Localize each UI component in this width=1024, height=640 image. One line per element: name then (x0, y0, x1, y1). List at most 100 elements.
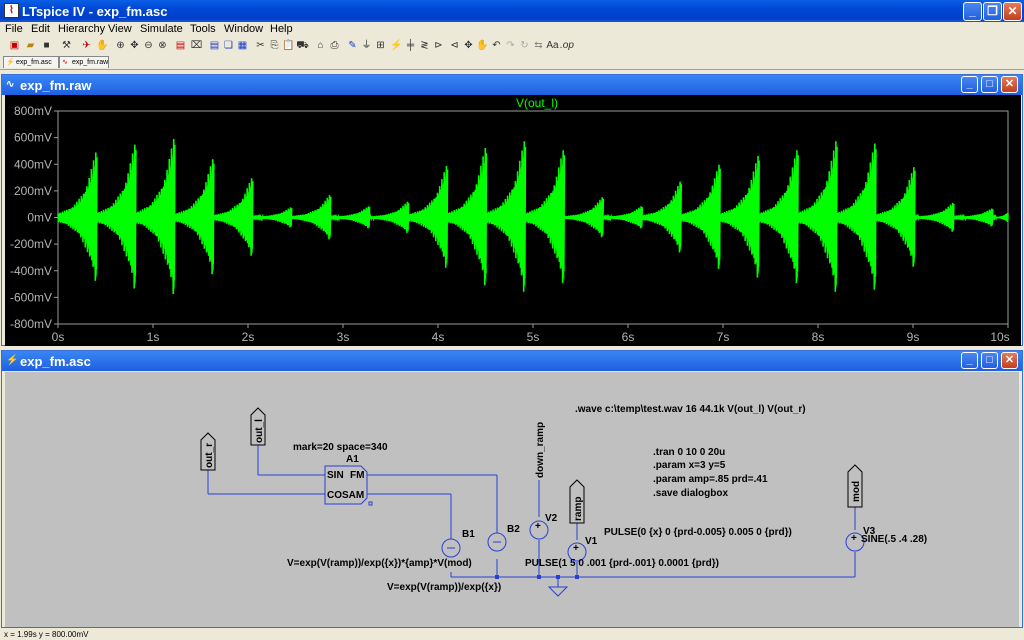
undo-icon[interactable]: ↶ (490, 39, 503, 52)
control-panel-icon[interactable]: ⚒ (60, 39, 73, 52)
trace-label[interactable]: V(out_l) (516, 96, 558, 110)
rotate-icon[interactable]: ↻ (518, 39, 531, 52)
ground-symbol[interactable] (547, 586, 569, 597)
resistor-icon[interactable]: ⚡ (390, 39, 403, 52)
waveform-restore-button[interactable]: □ (981, 76, 998, 93)
zoom-out-icon[interactable]: ⊖ (142, 39, 155, 52)
waveform-plot-svg[interactable]: V(out_l) 800mV 600mV 400mV 200mV 0mV -200mV -4… (5, 95, 1021, 346)
schematic-svg[interactable]: out_r out_l down_ramp ramp mod A1 SIN FM… (5, 372, 1019, 627)
save-icon[interactable]: ■ (40, 39, 53, 52)
component-b1[interactable]: B1 (441, 529, 475, 558)
tab-exp-fm-raw[interactable]: ∿ exp_fm.raw (59, 56, 109, 68)
tile-horizontal-icon[interactable]: ▤ (208, 39, 221, 52)
halt-icon[interactable]: ✋ (96, 39, 109, 52)
schematic-window-title-bar[interactable]: ⚡ exp_fm.asc _ □ ✕ (2, 351, 1022, 371)
maximize-button[interactable]: ❐ (983, 2, 1002, 21)
move-icon[interactable]: ✥ (462, 39, 475, 52)
drag-icon[interactable]: ✋ (476, 39, 489, 52)
tab-exp-fm-asc[interactable]: ⚡ exp_fm.asc (3, 56, 59, 68)
x-tick-label: 9s (907, 330, 920, 344)
net-label-mod[interactable]: mod (847, 464, 863, 508)
menu-simulate[interactable]: Simulate (140, 23, 183, 35)
ground-icon[interactable]: ⏚ (360, 39, 373, 52)
spice-directive-icon[interactable]: .op (560, 39, 574, 52)
schematic-canvas[interactable]: out_r out_l down_ramp ramp mod A1 SIN FM… (5, 372, 1019, 627)
param-directive-2[interactable]: .param amp=.85 prd=.41 (653, 474, 768, 485)
svg-text:B2: B2 (507, 524, 520, 535)
waveform-close-button[interactable]: ✕ (1001, 76, 1018, 93)
menu-file[interactable]: File (5, 23, 23, 35)
a1-mark-space[interactable]: mark=20 space=340 (293, 442, 388, 453)
pan-icon[interactable]: ✥ (128, 39, 141, 52)
svg-text:+: + (851, 533, 857, 544)
waveform-window-title-bar[interactable]: ∿ exp_fm.raw _ □ ✕ (2, 75, 1022, 95)
component-b2[interactable]: B2 (487, 524, 520, 552)
x-tick-label: 6s (622, 330, 635, 344)
waveform-window: ∿ exp_fm.raw _ □ ✕ V(out_l) 800mV 600mV 40… (1, 74, 1023, 346)
schematic-close-button[interactable]: ✕ (1001, 352, 1018, 369)
x-tick-label: 1s (147, 330, 160, 344)
print-icon[interactable]: ⎙ (328, 39, 341, 52)
menu-tools[interactable]: Tools (190, 23, 216, 35)
component-a1[interactable]: A1 SIN FM COSAM (324, 454, 373, 506)
v2-value[interactable]: PULSE(1 5 0 .001 {prd-.001} 0.0001 {prd}… (525, 558, 719, 569)
tran-directive[interactable]: .tran 0 10 0 20u (653, 447, 725, 458)
menu-hierarchy[interactable]: Hierarchy (58, 23, 105, 35)
b2-value[interactable]: V=exp(V(ramp))/exp({x}) (387, 582, 501, 593)
component-v2[interactable]: + V2 (529, 513, 558, 540)
close-button[interactable]: ✕ (1003, 2, 1022, 21)
minimize-button[interactable]: _ (963, 2, 982, 21)
close-window-icon[interactable]: ▦ (236, 39, 249, 52)
component-icon[interactable]: ⊲ (448, 39, 461, 52)
net-label-out-r[interactable]: out_r (200, 432, 216, 471)
v1-value[interactable]: PULSE(0 {x} 0 {prd-0.005} 0.005 0 {prd}) (604, 527, 792, 538)
wire-icon[interactable]: ✎ (346, 39, 359, 52)
copy-icon[interactable]: ⎘ (268, 39, 281, 52)
menu-edit[interactable]: Edit (31, 23, 50, 35)
label-net-icon[interactable]: ⊞ (374, 39, 387, 52)
mirror-icon[interactable]: ⇆ (532, 39, 545, 52)
wave-directive[interactable]: .wave c:\temp\test.wav 16 44.1k V(out_l)… (575, 404, 806, 415)
svg-text:B1: B1 (462, 529, 475, 540)
zoom-in-icon[interactable]: ⊕ (114, 39, 127, 52)
zoom-fit-icon[interactable]: ⊗ (156, 39, 169, 52)
svg-text:+: + (573, 543, 579, 554)
schematic-minimize-button[interactable]: _ (961, 352, 978, 369)
diode-icon[interactable]: ⊳ (432, 39, 445, 52)
waveform-minimize-button[interactable]: _ (961, 76, 978, 93)
cascade-icon[interactable]: ❏ (222, 39, 235, 52)
redo-icon[interactable]: ↷ (504, 39, 517, 52)
svg-text:out_l: out_l (254, 419, 265, 443)
cut-icon[interactable]: ✂ (254, 39, 267, 52)
menu-view[interactable]: View (108, 23, 132, 35)
y-tick-label: 600mV (14, 131, 52, 145)
param-directive-1[interactable]: .param x=3 y=5 (653, 460, 726, 471)
save-directive[interactable]: .save dialogbox (653, 488, 728, 499)
v3-value[interactable]: SINE(.5 .4 .28) (861, 534, 927, 545)
net-label-ramp[interactable]: ramp (569, 479, 585, 524)
paste-icon[interactable]: 📋 (282, 39, 295, 52)
b1-value[interactable]: V=exp(V(ramp))/exp({x})*{amp}*V(mod) (287, 558, 472, 569)
run-icon[interactable]: ✈ (80, 39, 93, 52)
open-icon[interactable]: ▰ (24, 39, 37, 52)
x-tick-label: 3s (337, 330, 350, 344)
new-schematic-icon[interactable]: ▣ (8, 39, 21, 52)
net-label-out-l[interactable]: out_l (250, 407, 266, 446)
waveform-plot[interactable]: V(out_l) 800mV 600mV 400mV 200mV 0mV -200mV -4… (5, 95, 1021, 346)
ltspice-app-icon[interactable]: ⌇ (4, 3, 19, 18)
y-tick-label: 0mV (27, 211, 52, 225)
x-tick-label: 5s (527, 330, 540, 344)
capacitor-icon[interactable]: ╪ (404, 39, 417, 52)
svg-text:down_ramp: down_ramp (535, 422, 546, 478)
trace-v-out-l[interactable] (57, 138, 1009, 295)
menu-window[interactable]: Window (224, 23, 263, 35)
menu-help[interactable]: Help (270, 23, 293, 35)
print-preview-icon[interactable]: ⌂ (314, 39, 327, 52)
find-icon[interactable]: ⛟ (296, 39, 309, 52)
autorange-icon[interactable]: ▤ (174, 39, 187, 52)
schematic-restore-button[interactable]: □ (981, 352, 998, 369)
text-icon[interactable]: Aa (546, 39, 559, 52)
net-label-down-ramp[interactable]: down_ramp (535, 422, 546, 478)
inductor-icon[interactable]: ≷ (418, 39, 431, 52)
delete-traces-icon[interactable]: ⌧ (190, 39, 203, 52)
